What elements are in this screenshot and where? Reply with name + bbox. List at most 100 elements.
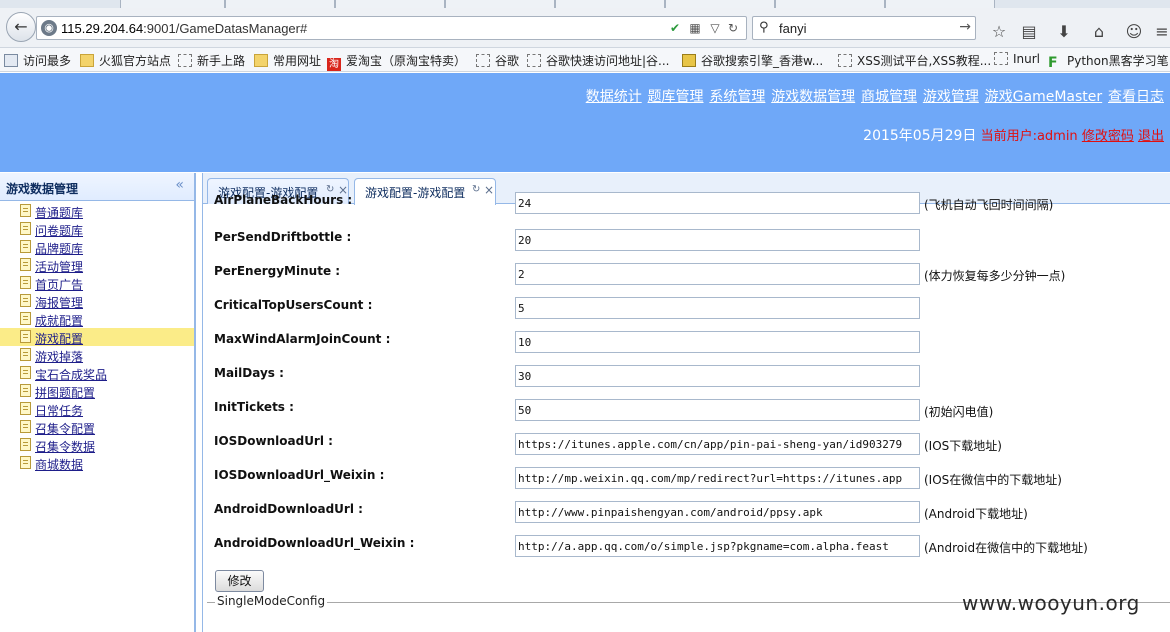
sidebar-item-label[interactable]: 拼图题配置	[35, 384, 95, 401]
sidebar-item[interactable]: 召集令配置	[0, 418, 194, 436]
init-tickets-input[interactable]: 50	[515, 399, 920, 421]
bookmark-most-visited[interactable]: 访问最多	[4, 52, 71, 69]
sidebar-item[interactable]: 商城数据	[0, 454, 194, 472]
field-hint: (Android下载地址)	[924, 507, 1028, 521]
shield-icon[interactable]: ✔	[667, 20, 683, 36]
back-icon[interactable]: ←	[6, 12, 36, 42]
sidebar-item-label[interactable]: 游戏掉落	[35, 348, 83, 365]
sidebar-item-label[interactable]: 普通题库	[35, 204, 83, 221]
document-icon	[20, 402, 31, 415]
ios-download-url-input[interactable]: https://itunes.apple.com/cn/app/pin-pai-…	[515, 433, 920, 455]
sidebar-item[interactable]: 宝石合成奖品	[0, 364, 194, 382]
sidebar-item[interactable]: 召集令数据	[0, 436, 194, 454]
nav-link-game-data[interactable]: 游戏数据管理	[771, 89, 855, 105]
bookmark-google-fast[interactable]: 谷歌快速访问地址|谷...	[527, 52, 670, 69]
collapse-icon[interactable]: «	[175, 177, 184, 193]
browser-tab[interactable]	[445, 0, 555, 8]
bookmark-google-hk[interactable]: 谷歌搜索引擎_香港w...	[682, 52, 823, 69]
nav-link-question-bank[interactable]: 题库管理	[648, 89, 704, 105]
sidebar-item[interactable]: 普通题库	[0, 202, 194, 220]
sidebar-item-label[interactable]: 商城数据	[35, 456, 83, 473]
browser-tab[interactable]	[775, 0, 885, 8]
modify-button[interactable]: 修改	[215, 570, 264, 592]
bookmark-common-sites[interactable]: 常用网址	[254, 52, 321, 69]
reload-icon[interactable]: ↻	[725, 20, 741, 36]
android-download-url-weixin-input[interactable]: http://a.app.qq.com/o/simple.jsp?pkgname…	[515, 535, 920, 557]
url-bar[interactable]: ◉ 115.29.204.64:9001/GameDatasManager# ✔…	[36, 16, 747, 40]
browser-tab[interactable]	[225, 0, 335, 8]
document-icon	[20, 276, 31, 289]
max-wind-alarm-join-count-input[interactable]: 10	[515, 331, 920, 353]
sidebar-item-label[interactable]: 召集令配置	[35, 420, 95, 437]
sidebar-item[interactable]: 首页广告	[0, 274, 194, 292]
field-hint: (IOS在微信中的下载地址)	[924, 473, 1062, 487]
sidebar-item-label[interactable]: 游戏配置	[35, 330, 83, 347]
refresh-icon[interactable]: ↻	[472, 184, 480, 195]
home-icon[interactable]: ⌂	[1089, 22, 1109, 42]
reading-list-icon[interactable]: ▤	[1019, 22, 1039, 42]
form-row-android-download-url: AndroidDownloadUrl : http://www.pinpaish…	[203, 501, 1170, 535]
browser-tab[interactable]	[120, 0, 225, 8]
sidebar-item-label[interactable]: 宝石合成奖品	[35, 366, 107, 383]
nav-link-gamemaster[interactable]: 游戏GameMaster	[985, 89, 1103, 105]
search-bar[interactable]: ⚲ fanyi →	[752, 16, 976, 40]
field-label: AirPlaneBackHours :	[214, 193, 353, 207]
per-energy-minute-input[interactable]: 2	[515, 263, 920, 285]
sidebar-item-active[interactable]: 游戏配置	[0, 328, 194, 346]
folder-icon	[254, 54, 268, 67]
bookmark-xss[interactable]: XSS测试平台,XSS教程...	[838, 52, 991, 69]
change-password-link[interactable]: 修改密码	[1082, 129, 1134, 144]
download-icon[interactable]: ⬇	[1054, 22, 1074, 42]
sidebar-item[interactable]: 成就配置	[0, 310, 194, 328]
sidebar-item[interactable]: 问卷题库	[0, 220, 194, 238]
sidebar-item-label[interactable]: 海报管理	[35, 294, 83, 311]
mail-days-input[interactable]: 30	[515, 365, 920, 387]
android-download-url-input[interactable]: http://www.pinpaishengyan.com/android/pp…	[515, 501, 920, 523]
sidebar-item-label[interactable]: 品牌题库	[35, 240, 83, 257]
airplane-back-hours-input[interactable]: 24	[515, 192, 920, 214]
sidebar-item[interactable]: 海报管理	[0, 292, 194, 310]
ios-download-url-weixin-input[interactable]: http://mp.weixin.qq.com/mp/redirect?url=…	[515, 467, 920, 489]
nav-link-system[interactable]: 系统管理	[709, 89, 765, 105]
sidebar-item[interactable]: 活动管理	[0, 256, 194, 274]
bookmark-star-icon[interactable]: ☆	[989, 22, 1009, 42]
sidebar-item-label[interactable]: 召集令数据	[35, 438, 95, 455]
bookmark-firefox-sites[interactable]: 火狐官方站点	[80, 52, 171, 69]
logout-link[interactable]: 退出	[1138, 129, 1164, 144]
sidebar-item[interactable]: 游戏掉落	[0, 346, 194, 364]
page-icon	[994, 52, 1008, 65]
nav-link-mall[interactable]: 商城管理	[861, 89, 917, 105]
dropdown-icon[interactable]: ▽	[707, 20, 723, 36]
sidebar-item-label[interactable]: 问卷题库	[35, 222, 83, 239]
sidebar-item[interactable]: 日常任务	[0, 400, 194, 418]
sidebar-item-label[interactable]: 首页广告	[35, 276, 83, 293]
browser-tab[interactable]	[335, 0, 445, 8]
nav-link-logs[interactable]: 查看日志	[1108, 89, 1164, 105]
field-label: PerSendDriftbottle :	[214, 230, 352, 244]
sidebar-item-label[interactable]: 日常任务	[35, 402, 83, 419]
sidebar-item-label[interactable]: 成就配置	[35, 312, 83, 329]
chat-icon[interactable]: ☺	[1124, 22, 1144, 42]
browser-tab[interactable]	[885, 0, 995, 8]
nav-link-stats[interactable]: 数据统计	[586, 89, 642, 105]
bookmark-aitaobao[interactable]: 淘爱淘宝（原淘宝特卖）	[327, 52, 466, 71]
bookmark-python[interactable]: F Python黑客学习笔	[1048, 52, 1169, 70]
browser-tab[interactable]	[665, 0, 775, 8]
qr-code-icon[interactable]: ▦	[687, 20, 703, 36]
field-label: PerEnergyMinute :	[214, 264, 341, 278]
per-send-driftbottle-input[interactable]: 20	[515, 229, 920, 251]
sidebar-item[interactable]: 品牌题库	[0, 238, 194, 256]
close-icon[interactable]: ×	[484, 183, 494, 197]
search-go-icon[interactable]: →	[959, 19, 971, 35]
bookmark-google[interactable]: 谷歌	[476, 52, 519, 69]
nav-link-game[interactable]: 游戏管理	[923, 89, 979, 105]
bookmark-inurl[interactable]: Inurl	[994, 52, 1040, 66]
browser-tab[interactable]	[555, 0, 665, 8]
sidebar-item[interactable]: 拼图题配置	[0, 382, 194, 400]
field-hint: (体力恢复每多少分钟一点)	[924, 269, 1066, 283]
bookmark-getting-started[interactable]: 新手上路	[178, 52, 245, 69]
menu-icon[interactable]: ≡	[1152, 22, 1170, 42]
sidebar-item-label[interactable]: 活动管理	[35, 258, 83, 275]
field-hint: (飞机自动飞回时间间隔)	[924, 198, 1054, 212]
critical-top-users-count-input[interactable]: 5	[515, 297, 920, 319]
